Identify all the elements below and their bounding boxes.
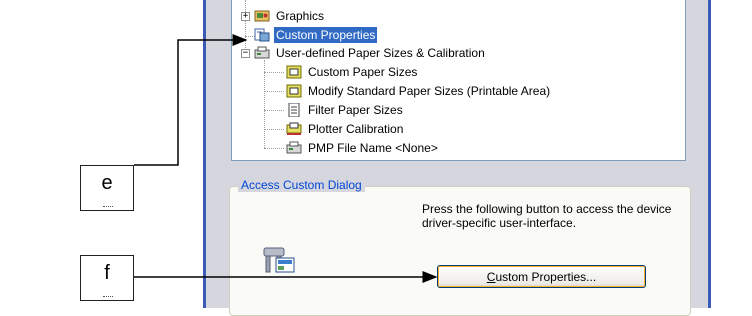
callout-underline bbox=[103, 296, 113, 297]
printer-folder-icon bbox=[254, 46, 270, 60]
tree-item-label: Custom Paper Sizes bbox=[308, 65, 418, 79]
paper-size-icon bbox=[286, 84, 302, 98]
tree-connector bbox=[245, 0, 246, 52]
group-description: Press the following button to access the… bbox=[422, 202, 672, 230]
group-title: Access Custom Dialog bbox=[238, 178, 365, 192]
tree-item-modify-standard-paper-sizes[interactable]: Modify Standard Paper Sizes (Printable A… bbox=[286, 83, 552, 99]
tree-connector bbox=[264, 72, 284, 73]
tree-item-label: PMP File Name <None> bbox=[308, 141, 438, 155]
tree-item-label: Modify Standard Paper Sizes (Printable A… bbox=[308, 84, 551, 98]
tree-item-user-defined-paper-sizes[interactable]: User-defined Paper Sizes & Calibration bbox=[254, 45, 487, 61]
tree-item-label: User-defined Paper Sizes & Calibration bbox=[276, 46, 485, 60]
tree-item-label: Custom Properties bbox=[274, 27, 378, 43]
plotter-device-icon bbox=[262, 244, 298, 276]
tree-connector bbox=[264, 110, 284, 111]
button-label: ustom Properties... bbox=[495, 270, 597, 284]
tree-item-plotter-calibration[interactable]: Plotter Calibration bbox=[286, 121, 405, 137]
callout-letter: e bbox=[101, 172, 113, 194]
callout-underline bbox=[103, 206, 113, 207]
tree-item-label: Plotter Calibration bbox=[308, 122, 404, 136]
tree-item-graphics[interactable]: Graphics bbox=[254, 8, 326, 24]
tree-item-pmp-file-name[interactable]: PMP File Name <None> bbox=[286, 140, 440, 156]
callout-e: e bbox=[80, 165, 134, 211]
tree-connector bbox=[264, 148, 284, 149]
paper-size-icon bbox=[286, 65, 302, 79]
callout-f: f bbox=[80, 255, 134, 301]
tree-item-custom-paper-sizes[interactable]: Custom Paper Sizes bbox=[286, 64, 419, 80]
callout-letter: f bbox=[104, 262, 110, 284]
custom-properties-button[interactable]: Custom Properties... bbox=[437, 265, 646, 288]
calibration-icon bbox=[286, 122, 302, 136]
tree-item-filter-paper-sizes[interactable]: Filter Paper Sizes bbox=[286, 102, 405, 118]
tree-connector bbox=[264, 91, 284, 92]
expand-graphics-button[interactable]: + bbox=[241, 12, 250, 21]
filter-document-icon bbox=[286, 103, 302, 117]
tree-item-label: Graphics bbox=[276, 9, 325, 23]
tree-item-label: Filter Paper Sizes bbox=[308, 103, 403, 117]
tree-connector bbox=[264, 129, 284, 130]
tree-connector bbox=[264, 60, 265, 148]
tree-item-custom-properties[interactable]: Custom Properties bbox=[254, 27, 378, 43]
graphics-icon bbox=[254, 9, 270, 23]
custom-properties-icon bbox=[254, 28, 270, 42]
collapse-paper-sizes-button[interactable]: − bbox=[241, 49, 250, 58]
pmp-file-icon bbox=[286, 141, 302, 155]
